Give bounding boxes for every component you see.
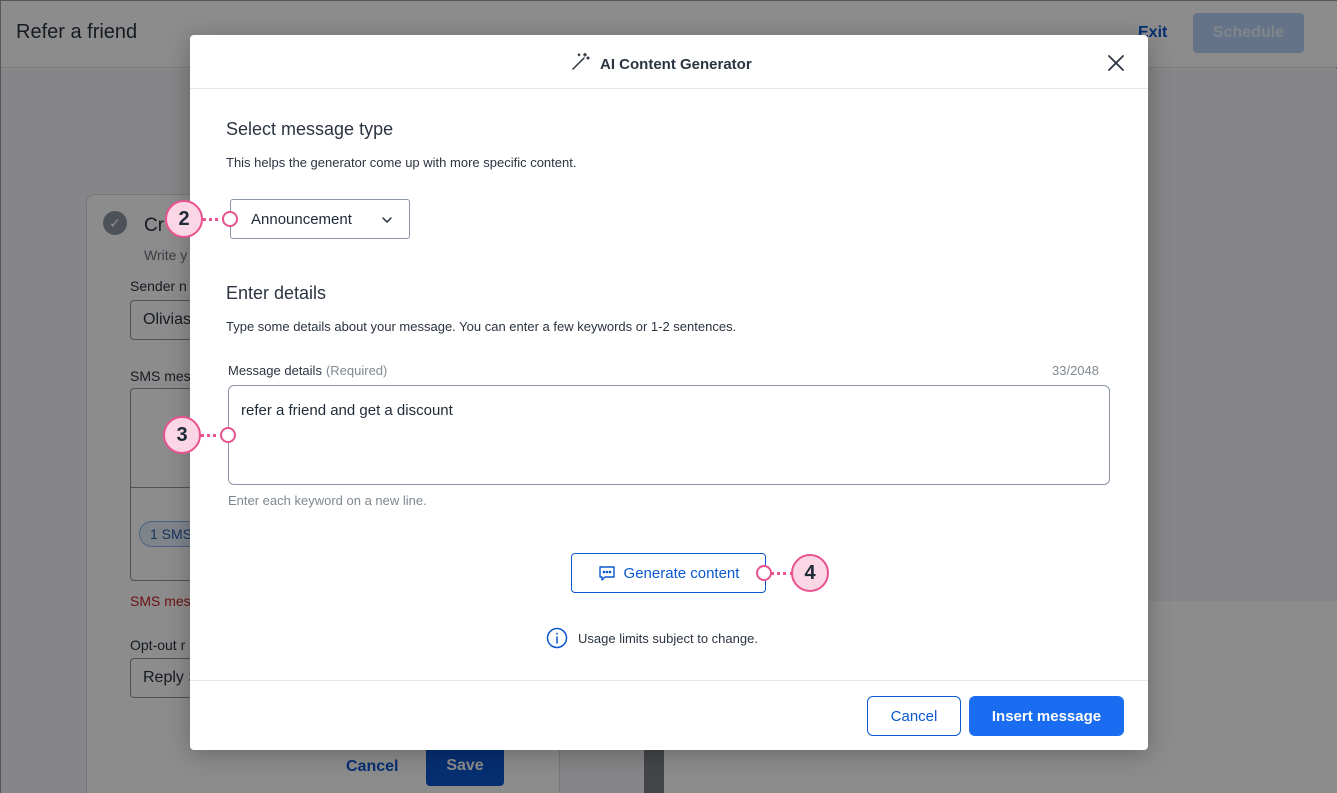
chevron-down-icon — [382, 217, 392, 223]
modal-title-group: AI Content Generator — [570, 52, 752, 77]
modal-header: AI Content Generator — [190, 35, 1148, 89]
usage-note: Usage limits subject to change. — [546, 627, 758, 649]
info-icon — [546, 627, 568, 649]
modal-footer-divider — [190, 680, 1148, 681]
details-description: Type some details about your message. Yo… — [226, 319, 737, 334]
message-details-textarea[interactable]: refer a friend and get a discount — [228, 385, 1110, 485]
message-type-heading: Select message type — [226, 119, 394, 139]
callout-4-anchor — [756, 565, 772, 581]
message-details-label: Message details (Required) — [228, 363, 387, 378]
character-count: 33/2048 — [1052, 363, 1099, 378]
cancel-button[interactable]: Cancel — [867, 696, 961, 736]
magic-wand-icon — [570, 52, 590, 77]
close-button[interactable] — [1104, 51, 1128, 75]
generate-content-button[interactable]: Generate content — [571, 553, 766, 593]
callout-4-marker: 4 — [791, 554, 829, 592]
callout-3-marker: 3 — [163, 416, 201, 454]
usage-note-text: Usage limits subject to change. — [578, 630, 758, 646]
details-heading: Enter details — [226, 283, 327, 303]
callout-2-marker: 2 — [165, 200, 203, 238]
required-tag: (Required) — [325, 363, 388, 378]
modal-title: AI Content Generator — [600, 56, 752, 73]
message-type-value: Announcement — [251, 210, 352, 228]
message-type-description: This helps the generator come up with mo… — [226, 155, 577, 170]
message-details-label-text: Message details — [228, 363, 322, 378]
insert-message-button[interactable]: Insert message — [969, 696, 1124, 736]
generate-content-label: Generate content — [623, 564, 740, 582]
ai-content-generator-modal: AI Content Generator Select message type… — [190, 35, 1148, 750]
message-details-help: Enter each keyword on a new line. — [228, 493, 427, 508]
chat-bubble-icon — [598, 566, 615, 581]
message-type-select[interactable]: Announcement — [230, 199, 410, 239]
close-icon — [1108, 55, 1124, 71]
callout-3-anchor — [220, 427, 236, 443]
callout-2-anchor — [222, 211, 238, 227]
